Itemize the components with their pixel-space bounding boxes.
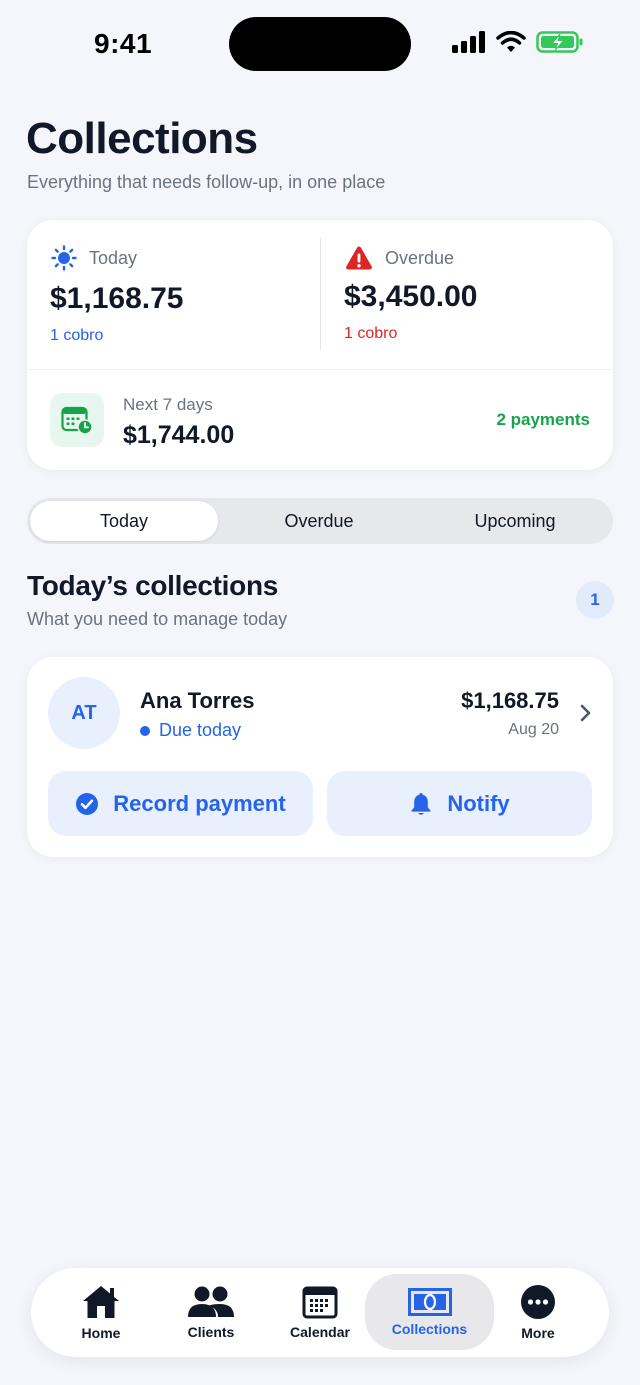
status-text: Due today (159, 720, 242, 740)
more-icon (521, 1285, 555, 1319)
tab-more[interactable]: More (488, 1268, 588, 1357)
collection-date: Aug 20 (508, 721, 559, 738)
overdue-amount: $3,450.00 (344, 280, 478, 313)
overdue-label-row: Overdue (345, 245, 454, 271)
next-7-days-row[interactable]: Next 7 days $1,744.00 2 payments (27, 370, 613, 470)
status-bar: 9:41 (0, 0, 640, 90)
wifi-icon (496, 31, 526, 52)
collections-count-badge: 1 (576, 581, 614, 619)
section-title: Today’s collections (27, 570, 279, 601)
segment-today[interactable]: Today (30, 501, 218, 541)
calendar-clock-icon (61, 406, 93, 435)
record-payment-label: Record payment (113, 790, 286, 816)
calendar-icon (302, 1286, 338, 1319)
battery-charging-icon (536, 31, 583, 53)
section-subtitle: What you need to manage today (27, 609, 288, 629)
record-payment-button[interactable]: Record payment (48, 771, 313, 836)
next-7-days-count: 2 payments (496, 410, 590, 429)
status-icons (452, 30, 584, 54)
collection-amount: $1,168.75 (461, 688, 559, 713)
today-label-row: Today (51, 245, 137, 271)
sun-icon (51, 245, 77, 271)
today-amount: $1,168.75 (50, 282, 184, 315)
tab-calendar-label: Calendar (290, 1324, 350, 1340)
tab-clients-label: Clients (187, 1324, 235, 1340)
notify-label: Notify (447, 790, 510, 816)
page-title: Collections (26, 114, 258, 163)
notify-button[interactable]: Notify (327, 771, 592, 836)
tab-collections-label: Collections (391, 1320, 468, 1337)
signal-icon (452, 31, 485, 53)
next-7-days-label: Next 7 days (123, 395, 213, 414)
collections-icon (407, 1287, 452, 1316)
tab-bar: Home Clients Calendar Collections More (31, 1268, 609, 1357)
tab-home-label: Home (81, 1325, 121, 1341)
status-dot (140, 725, 150, 736)
next-7-days-amount: $1,744.00 (123, 421, 235, 449)
client-name[interactable]: Ana Torres (140, 688, 255, 714)
overdue-summary[interactable]: Overdue $3,450.00 1 cobro (321, 220, 613, 370)
today-count: 1 cobro (50, 327, 104, 344)
today-label: Today (89, 247, 138, 268)
segment-overdue[interactable]: Overdue (223, 501, 415, 541)
check-circle-icon (76, 792, 99, 815)
status-time: 9:41 (94, 28, 153, 59)
tab-collections[interactable]: Collections (365, 1274, 494, 1350)
tab-calendar[interactable]: Calendar (270, 1268, 370, 1357)
tab-home[interactable]: Home (51, 1268, 151, 1357)
warning-icon (346, 246, 372, 270)
tab-more-label: More (521, 1325, 555, 1341)
overdue-count: 1 cobro (344, 325, 398, 342)
home-icon (83, 1286, 119, 1318)
filter-segmented-control: Today Overdue Upcoming (27, 498, 613, 544)
avatar: AT (48, 677, 120, 749)
summary-card: Today $1,168.75 1 cobro Overdue $3,450.0… (27, 220, 613, 470)
overdue-label: Overdue (385, 247, 455, 268)
today-summary[interactable]: Today $1,168.75 1 cobro (27, 220, 320, 370)
page-subtitle: Everything that needs follow-up, in one … (27, 172, 386, 192)
collection-card: AT Ana Torres Due today $1,168.75 Aug 20… (27, 657, 613, 857)
clients-icon (188, 1286, 234, 1317)
bell-icon (411, 792, 431, 815)
calendar-clock-icon-box (50, 393, 104, 447)
segment-upcoming[interactable]: Upcoming (419, 501, 611, 541)
tab-clients[interactable]: Clients (161, 1268, 261, 1357)
chevron-right-icon[interactable] (579, 703, 593, 723)
due-status: Due today (140, 720, 241, 741)
dynamic-island (229, 17, 411, 71)
